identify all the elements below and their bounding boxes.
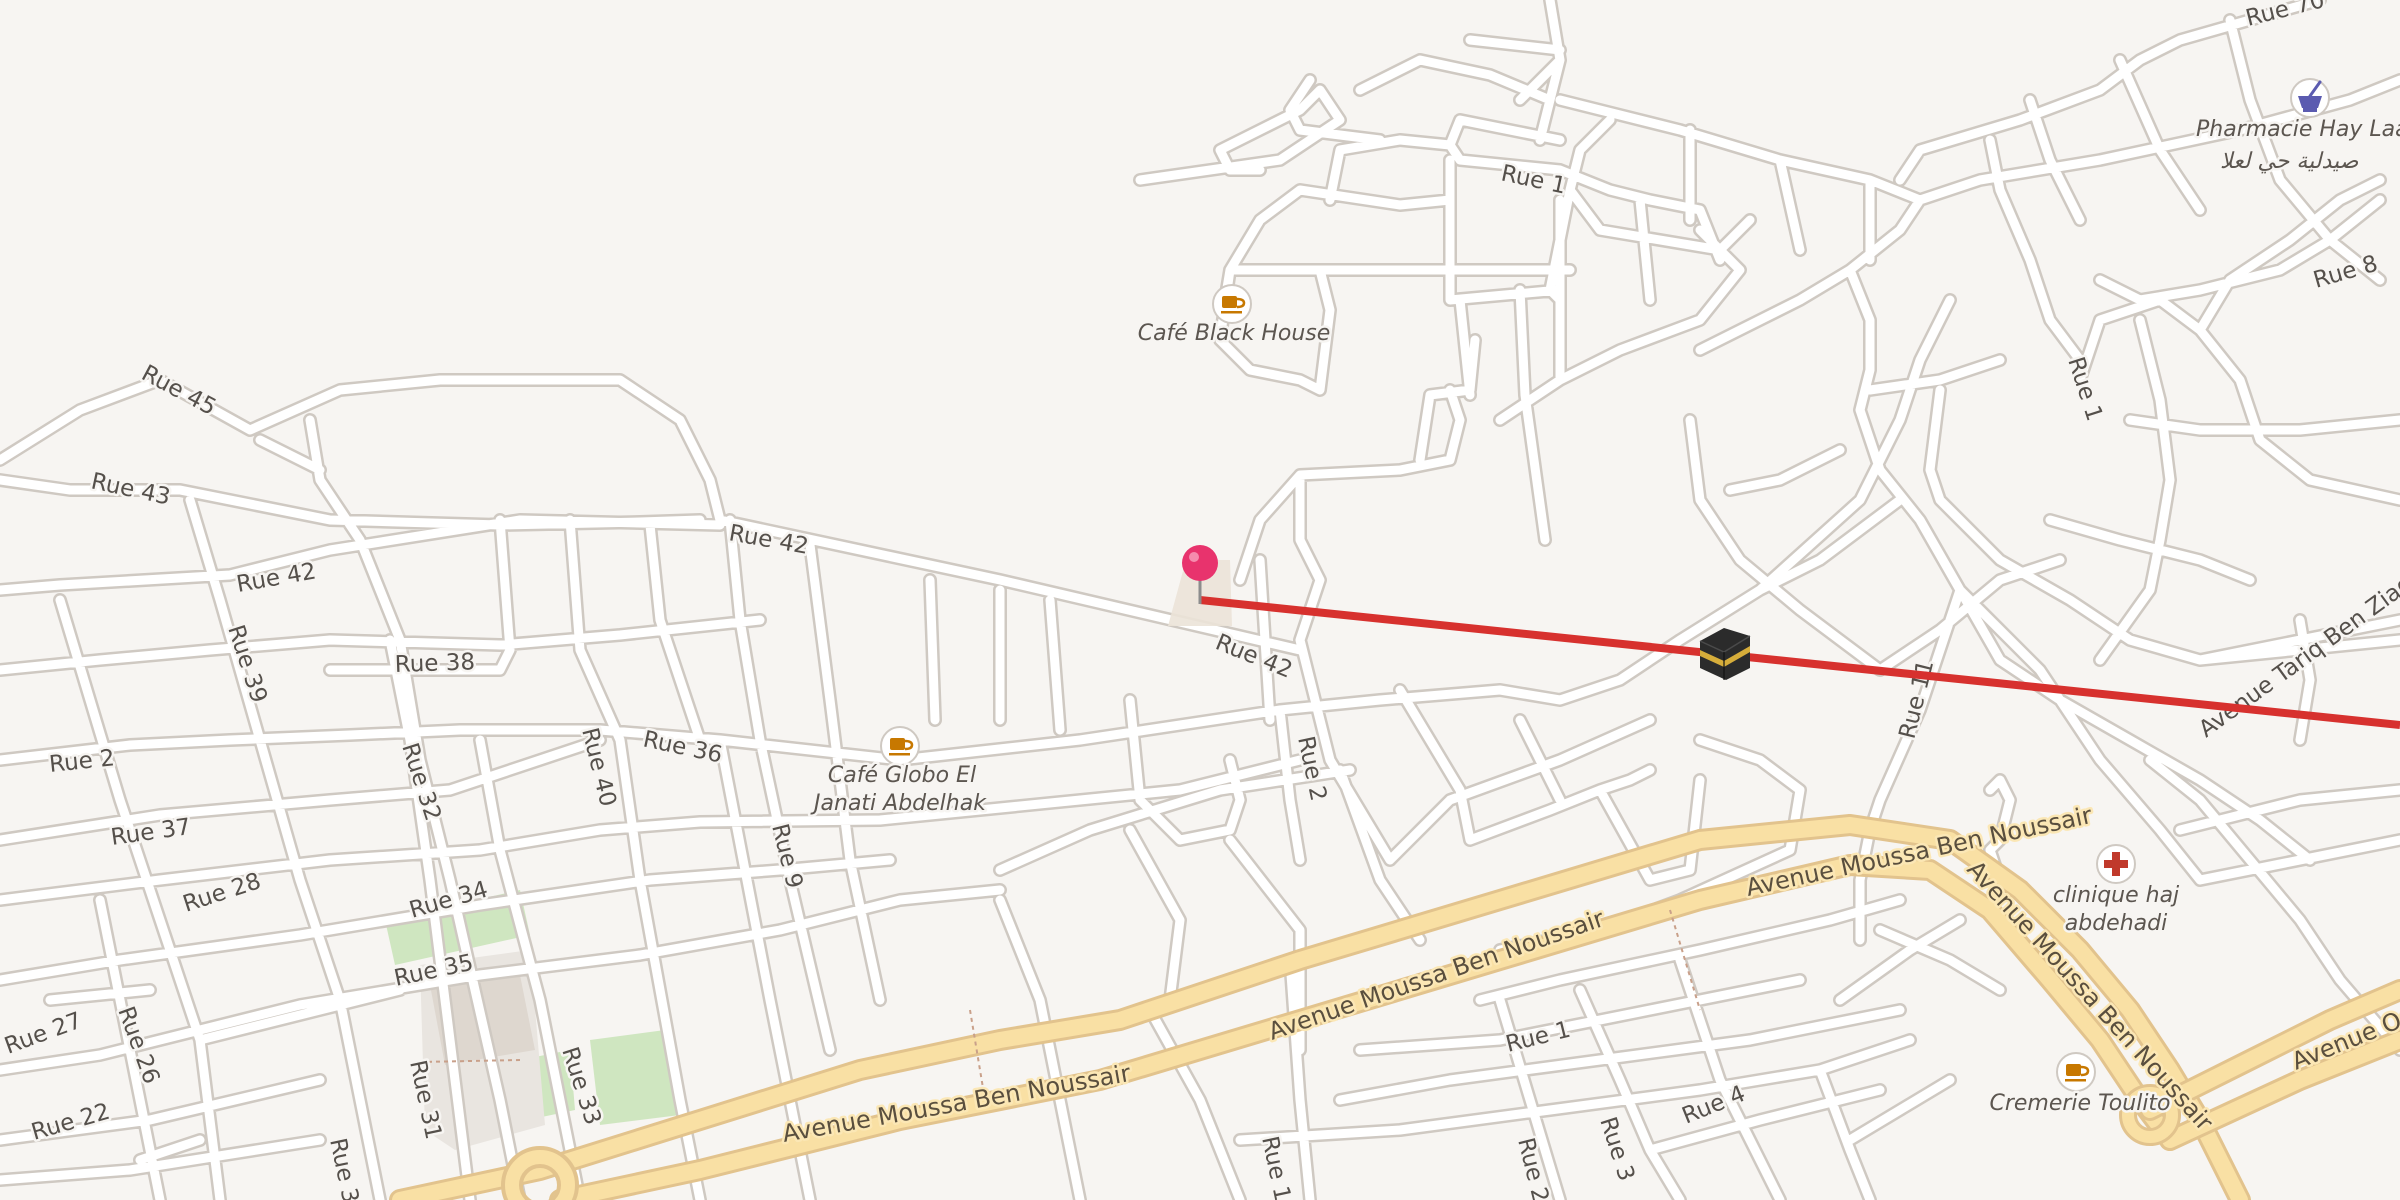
street-label: Rue 39 bbox=[222, 622, 272, 706]
street-label: Rue 70 bbox=[2243, 0, 2327, 32]
street-label: Rue 32 bbox=[396, 740, 446, 824]
street-label: Rue 1 bbox=[2062, 354, 2107, 424]
poi-label: Cremerie Toulito bbox=[1989, 1091, 2170, 1116]
poi-label-arabic: صيدلية حي لعلا bbox=[2220, 149, 2359, 174]
map-canvas[interactable]: Rue 45 Rue 43 Rue 42 Rue 42 Rue 42 Rue 3… bbox=[0, 0, 2400, 1200]
street-label: Rue 27 bbox=[1, 1008, 85, 1060]
poi-label-line2: Janati Abdelhak bbox=[810, 791, 987, 816]
map-view[interactable]: Rue 45 Rue 43 Rue 42 Rue 42 Rue 42 Rue 3… bbox=[0, 0, 2400, 1200]
street-label: Rue 43 bbox=[89, 468, 173, 510]
poi-cafe-black-house[interactable]: Café Black House bbox=[1135, 284, 1333, 349]
poi-label: Café Black House bbox=[1138, 321, 1331, 346]
street-label: Rue 3 bbox=[324, 1136, 363, 1200]
street-label: Rue 9 bbox=[766, 821, 807, 891]
poi-label-line1: clinique haj bbox=[2053, 883, 2180, 908]
poi-label-line2: abdehadi bbox=[2065, 911, 2167, 936]
poi-label: Pharmacie Hay Laal bbox=[2196, 117, 2400, 142]
kaaba-icon bbox=[1699, 628, 1751, 680]
poi-clinique-haj-abdehadi[interactable]: clinique haj abdehadi bbox=[2050, 844, 2183, 939]
street-label: Rue 38 bbox=[394, 649, 475, 678]
street-label: Rue 22 bbox=[28, 1099, 112, 1146]
poi-label-line1: Café Globo El bbox=[828, 763, 976, 788]
